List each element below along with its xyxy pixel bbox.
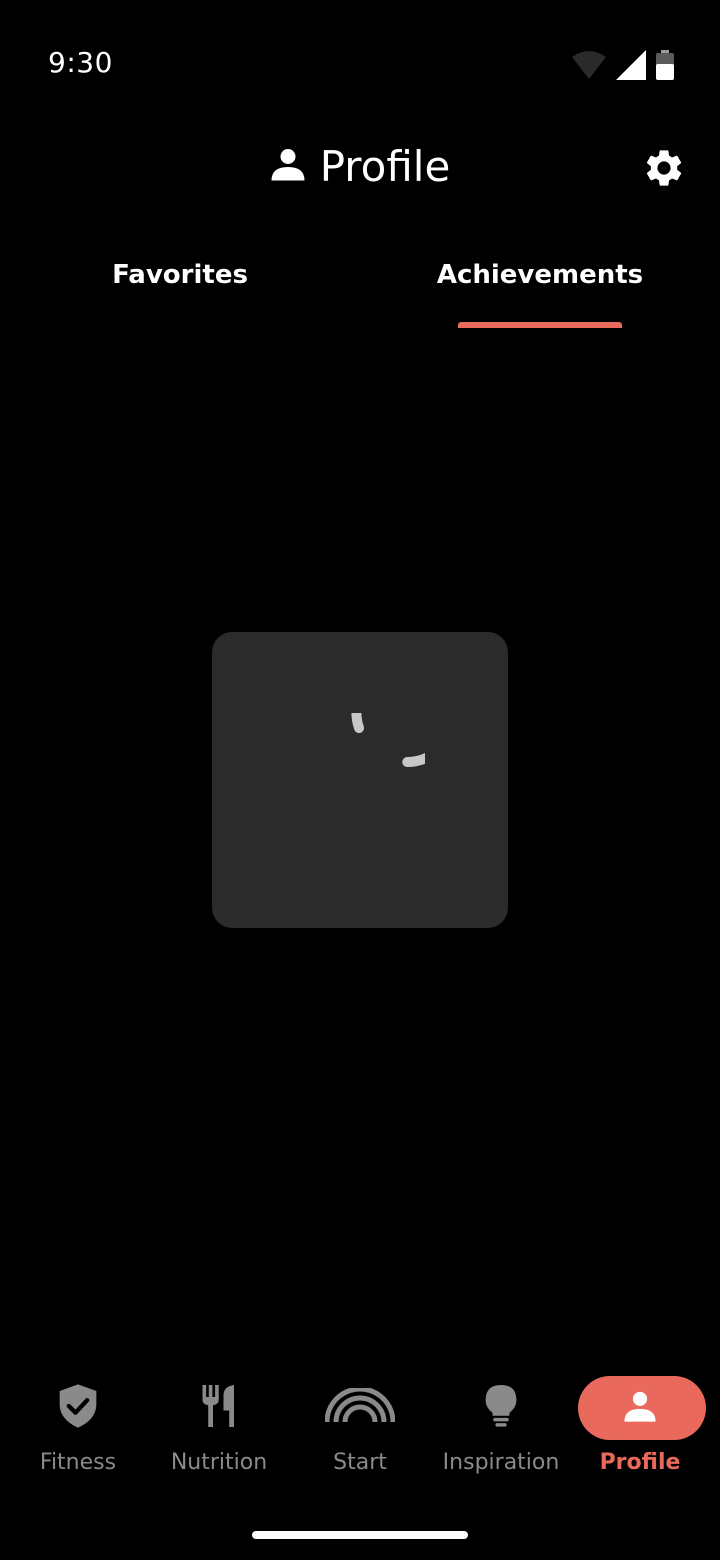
wifi-icon <box>572 51 606 79</box>
nav-label-fitness: Fitness <box>39 1450 117 1475</box>
page-title: Profile <box>0 142 720 191</box>
person-icon <box>623 1389 657 1428</box>
lightbulb-icon <box>485 1384 517 1432</box>
status-time: 9:30 <box>48 46 113 79</box>
nav-item-start[interactable]: Start <box>290 1370 430 1490</box>
status-bar: 9:30 <box>0 0 720 128</box>
loading-dialog <box>212 632 508 928</box>
battery-icon <box>656 50 674 80</box>
person-icon <box>270 146 306 187</box>
active-tab-indicator <box>458 322 622 328</box>
nav-label-nutrition: Nutrition <box>170 1450 268 1475</box>
fork-knife-icon <box>201 1384 237 1432</box>
tab-favorites[interactable]: Favorites <box>0 260 360 290</box>
spinner-icon <box>295 656 462 848</box>
app-header: Profile <box>0 128 720 208</box>
profile-tabs: Favorites Achievements <box>0 240 720 330</box>
tab-achievements[interactable]: Achievements <box>360 260 720 290</box>
settings-button[interactable] <box>640 146 688 194</box>
nav-label-start: Start <box>333 1450 387 1475</box>
nav-label-inspiration: Inspiration <box>442 1450 560 1475</box>
rainbow-icon <box>324 1386 396 1429</box>
nav-item-profile[interactable]: Profile <box>570 1370 710 1490</box>
home-indicator[interactable] <box>252 1531 468 1539</box>
page-title-text: Profile <box>319 142 451 191</box>
status-icons <box>572 50 674 80</box>
nav-item-nutrition[interactable]: Nutrition <box>149 1370 289 1490</box>
signal-icon <box>616 50 646 80</box>
shield-check-icon <box>58 1383 98 1433</box>
nav-label-profile: Profile <box>599 1450 681 1475</box>
nav-item-inspiration[interactable]: Inspiration <box>431 1370 571 1490</box>
bottom-navigation: Fitness Nutrition Start Inspiration Prof… <box>0 1370 720 1490</box>
gear-icon <box>642 146 686 195</box>
nav-item-fitness[interactable]: Fitness <box>8 1370 148 1490</box>
